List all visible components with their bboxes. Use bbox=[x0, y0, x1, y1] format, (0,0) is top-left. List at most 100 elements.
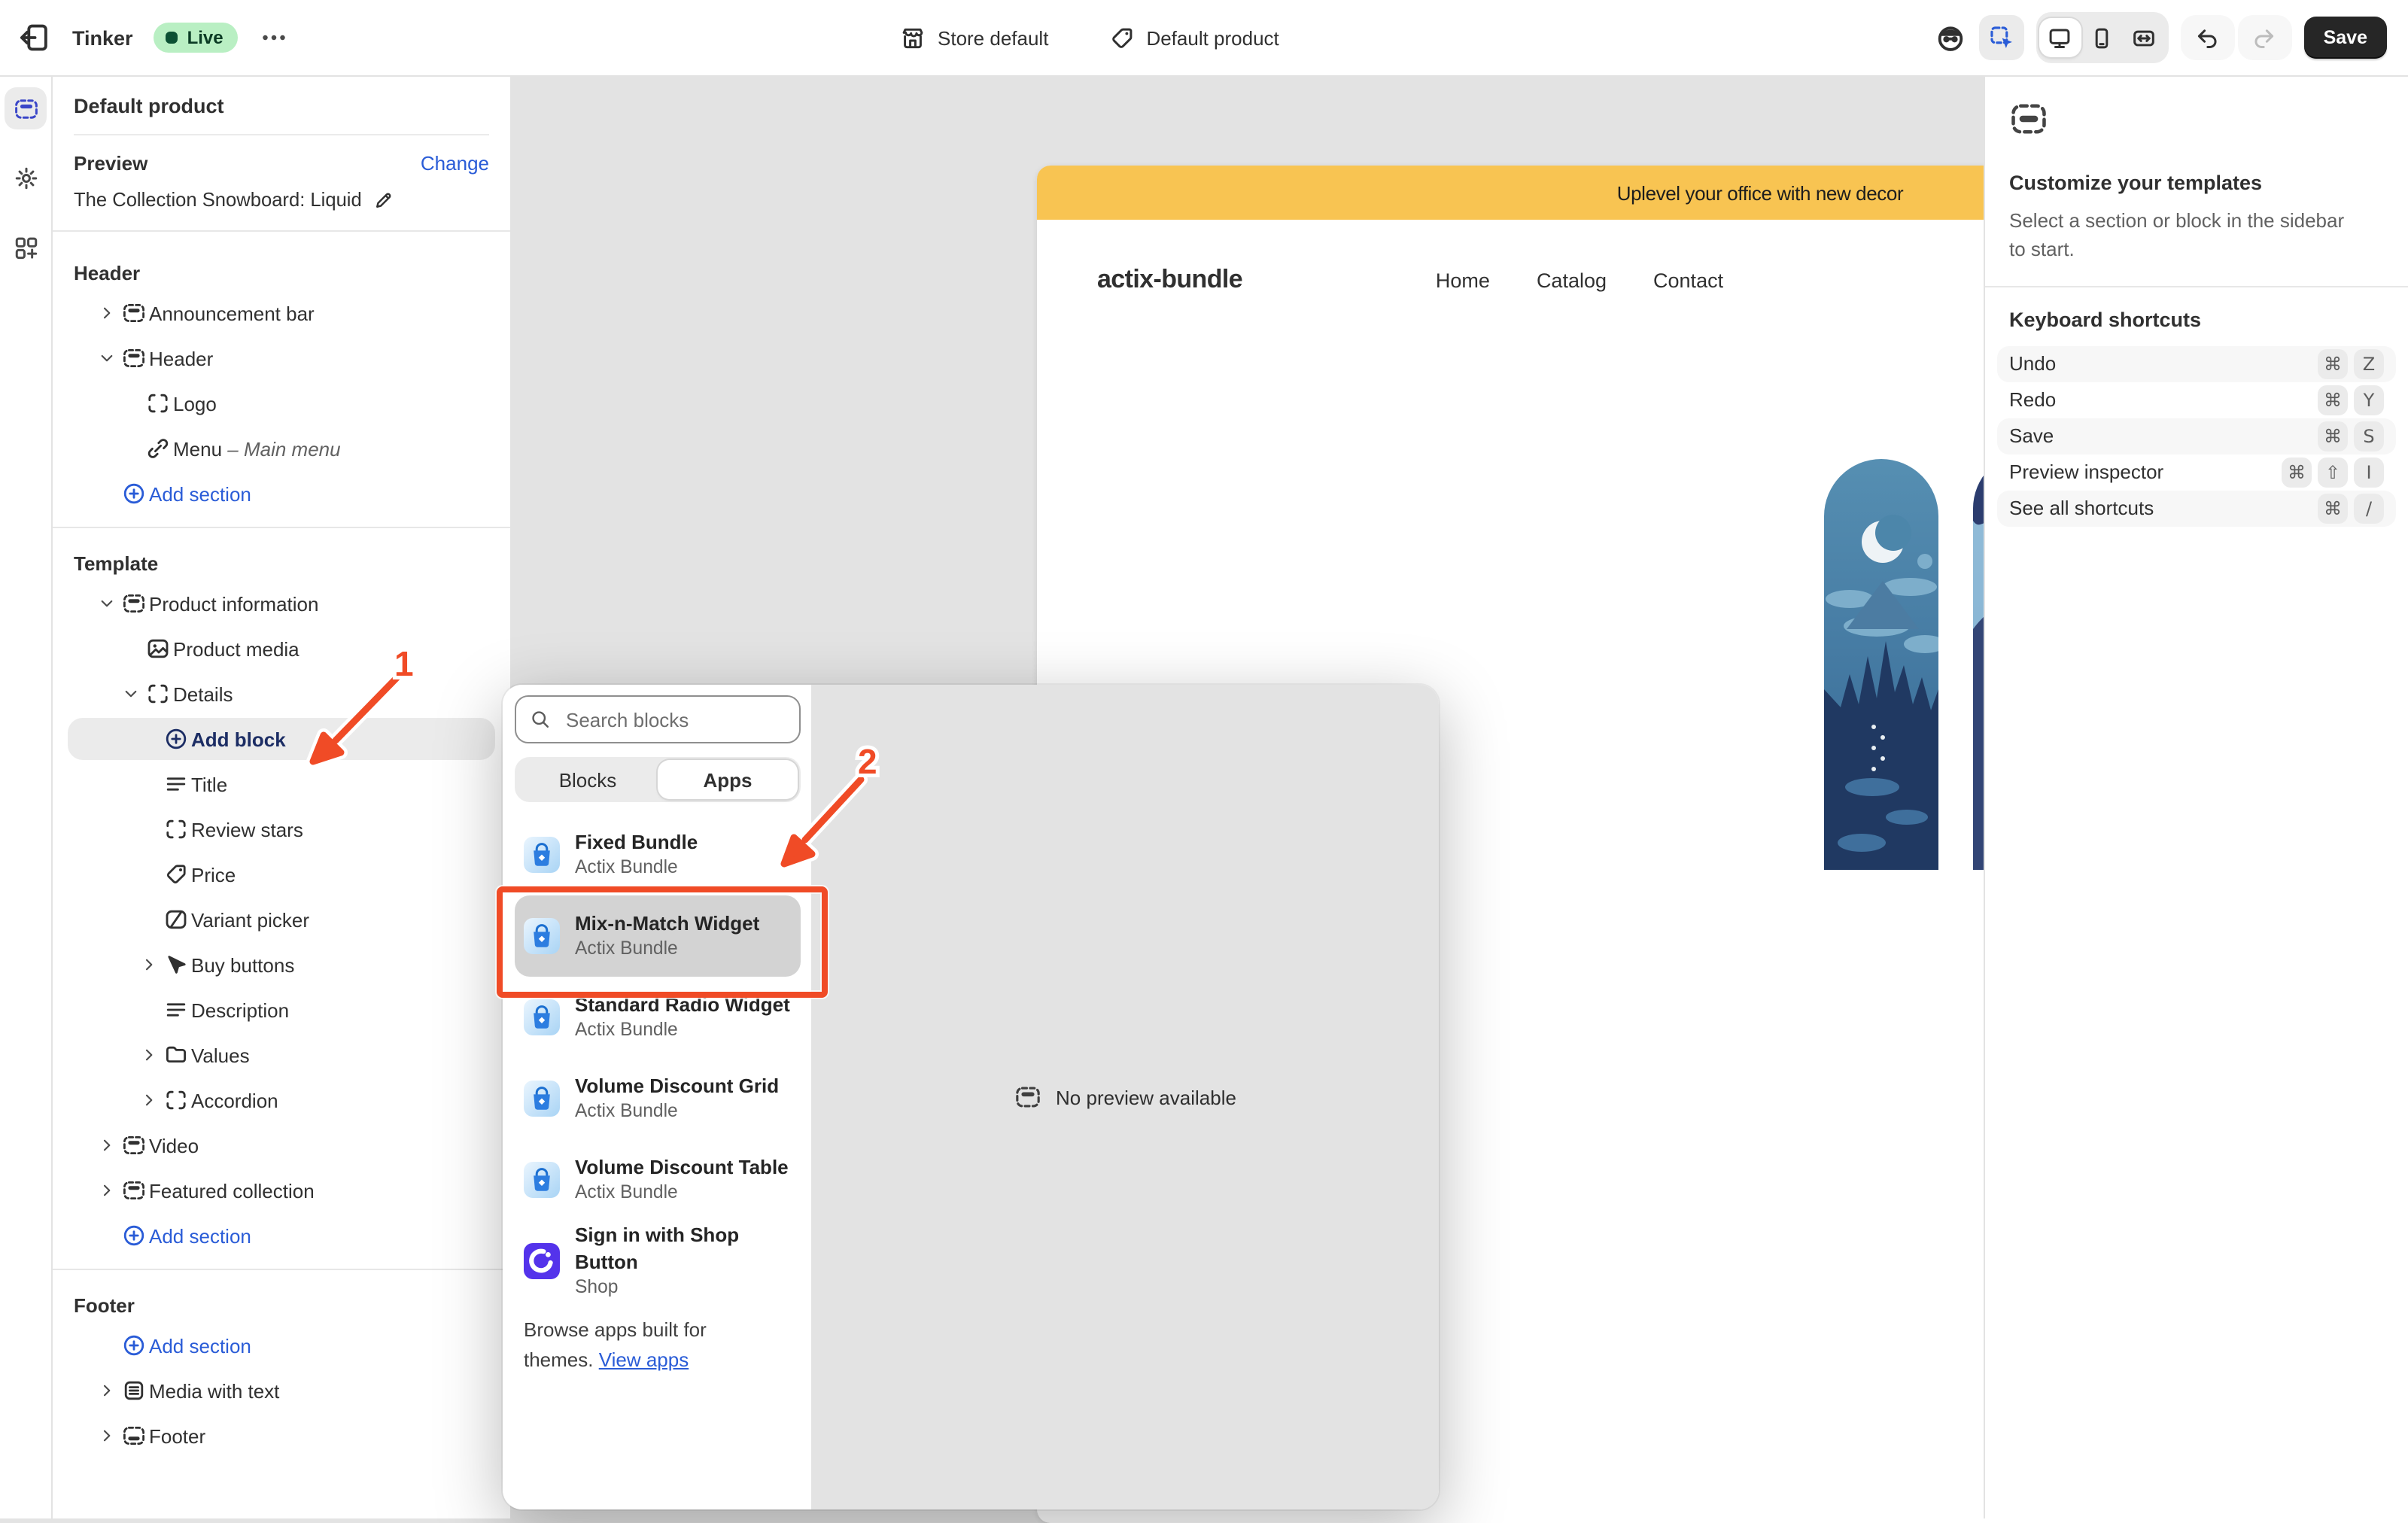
footersec-icon bbox=[122, 1424, 146, 1448]
undo-icon bbox=[2195, 25, 2221, 50]
more-menu-icon[interactable] bbox=[260, 23, 290, 53]
redo-button[interactable] bbox=[2238, 15, 2292, 60]
tree-label: Accordion bbox=[191, 1089, 278, 1111]
tree-item-menu[interactable]: Menu – Main menu bbox=[53, 426, 510, 471]
exit-editor-icon[interactable] bbox=[18, 21, 51, 54]
chevron-right-icon bbox=[98, 304, 116, 322]
text-icon bbox=[164, 772, 188, 796]
add-section-button[interactable]: Add section bbox=[53, 1323, 510, 1368]
app-block-volume-discount-grid[interactable]: Volume Discount Grid Actix Bundle bbox=[515, 1058, 801, 1139]
tree-item-header[interactable]: Header bbox=[53, 336, 510, 381]
tree-label: Product information bbox=[149, 592, 318, 615]
preview-inspector-icon[interactable] bbox=[1934, 21, 1967, 54]
tree-item-logo[interactable]: Logo bbox=[53, 381, 510, 426]
fullwidth-view-button[interactable] bbox=[2124, 18, 2166, 57]
sections-sidebar: Default product Preview Change The Colle… bbox=[53, 75, 512, 1518]
tree-item-description[interactable]: Description bbox=[53, 987, 510, 1032]
rail-settings-button[interactable] bbox=[5, 157, 47, 199]
app-block-fixed-bundle[interactable]: Fixed Bundle Actix Bundle bbox=[515, 814, 801, 895]
change-preview-link[interactable]: Change bbox=[421, 152, 489, 175]
group-heading-template: Template bbox=[53, 539, 510, 581]
tree-item-review-stars[interactable]: Review stars bbox=[53, 807, 510, 852]
undo-button[interactable] bbox=[2181, 15, 2235, 60]
live-label: Live bbox=[187, 27, 223, 48]
select-tool-button[interactable] bbox=[1979, 15, 2024, 60]
tree-label: Description bbox=[191, 999, 289, 1021]
tree-item-featured-collection[interactable]: Featured collection bbox=[53, 1168, 510, 1213]
cursor-icon bbox=[164, 953, 188, 977]
link-icon bbox=[146, 436, 170, 461]
search-blocks-input[interactable] bbox=[563, 707, 786, 732]
save-button[interactable]: Save bbox=[2304, 17, 2387, 59]
chevron-right-icon bbox=[140, 1046, 158, 1064]
template-label: Default product bbox=[1146, 26, 1278, 49]
panel-subtitle: Select a section or block in the sidebar… bbox=[2009, 208, 2358, 264]
tree-label: Menu – Main menu bbox=[173, 437, 341, 460]
store-nav-contact[interactable]: Contact bbox=[1653, 269, 1723, 291]
keycap: ⌘ bbox=[2318, 421, 2348, 451]
tag-icon bbox=[1108, 25, 1134, 50]
desktop-view-button[interactable] bbox=[2039, 18, 2081, 57]
app-block-volume-discount-table[interactable]: Volume Discount Table Actix Bundle bbox=[515, 1139, 801, 1221]
tree-item-media-with-text[interactable]: Media with text bbox=[53, 1368, 510, 1413]
add-block-button[interactable]: Add block bbox=[53, 716, 510, 762]
tree-item-product-information[interactable]: Product information bbox=[53, 581, 510, 626]
tree-label: Review stars bbox=[191, 818, 303, 841]
edit-pencil-icon[interactable] bbox=[374, 189, 395, 210]
tree-label: Values bbox=[191, 1044, 250, 1066]
shortcut-see-all-shortcuts[interactable]: See all shortcuts ⌘/ bbox=[1997, 490, 2396, 526]
doc-icon bbox=[122, 1379, 146, 1403]
store-nav-home[interactable]: Home bbox=[1436, 269, 1490, 291]
tree-item-video[interactable]: Video bbox=[53, 1123, 510, 1168]
tree-label: Add section bbox=[149, 1334, 251, 1357]
app-block-sign-in-with-shop-button[interactable]: Sign in with Shop Button Shop bbox=[515, 1221, 801, 1302]
app-vendor: Shop bbox=[575, 1275, 792, 1300]
tree-item-accordion[interactable]: Accordion bbox=[53, 1078, 510, 1123]
tree-item-details[interactable]: Details bbox=[53, 671, 510, 716]
preview-product-name: The Collection Snowboard: Liquid bbox=[74, 188, 362, 211]
chevron-right-icon bbox=[98, 1427, 116, 1445]
chevron-down-icon bbox=[122, 685, 140, 703]
sections-icon bbox=[13, 96, 38, 121]
plus-icon bbox=[122, 482, 146, 506]
app-name: Volume Discount Grid bbox=[575, 1073, 779, 1099]
rail-app-embeds-button[interactable] bbox=[5, 226, 47, 268]
mobile-icon bbox=[2090, 25, 2115, 50]
tree-item-product-media[interactable]: Product media bbox=[53, 626, 510, 671]
tree-item-buy-buttons[interactable]: Buy buttons bbox=[53, 942, 510, 987]
add-section-button[interactable]: Add section bbox=[53, 1213, 510, 1258]
shortcut-redo: Redo ⌘Y bbox=[1997, 382, 2396, 418]
add-section-button[interactable]: Add section bbox=[53, 471, 510, 516]
fullwidth-icon bbox=[2132, 25, 2157, 50]
store-logo[interactable]: actix-bundle bbox=[1097, 265, 1242, 295]
tree-label: Title bbox=[191, 773, 227, 795]
inspector-panel: Customize your templates Select a sectio… bbox=[1984, 75, 2408, 1518]
tree-item-price[interactable]: Price bbox=[53, 852, 510, 897]
tab-blocks[interactable]: Blocks bbox=[518, 760, 658, 799]
search-blocks-box[interactable] bbox=[515, 695, 801, 743]
browse-apps-text: Browse apps built for themes. View apps bbox=[524, 1315, 780, 1374]
variant-icon bbox=[164, 907, 188, 932]
tree-item-footer[interactable]: Footer bbox=[53, 1413, 510, 1458]
tree-item-announcement-bar[interactable]: Announcement bar bbox=[53, 290, 510, 336]
view-apps-link[interactable]: View apps bbox=[599, 1348, 689, 1370]
tree-item-values[interactable]: Values bbox=[53, 1032, 510, 1078]
no-preview-label: No preview available bbox=[1056, 1086, 1236, 1108]
tree-label: Add section bbox=[149, 482, 251, 505]
tree-item-variant-picker[interactable]: Variant picker bbox=[53, 897, 510, 942]
keycap: ⇧ bbox=[2318, 457, 2348, 487]
template-selector[interactable]: Default product bbox=[1108, 25, 1278, 50]
rail-sections-button[interactable] bbox=[5, 87, 47, 129]
app-name: Fixed Bundle bbox=[575, 829, 698, 856]
store-default-selector[interactable]: Store default bbox=[900, 25, 1048, 50]
image-icon bbox=[146, 637, 170, 661]
tree-item-title[interactable]: Title bbox=[53, 762, 510, 807]
sidebar-title: Default product bbox=[74, 95, 489, 117]
tab-apps[interactable]: Apps bbox=[658, 760, 798, 799]
preview-label: Preview bbox=[74, 152, 147, 175]
shopify-theme-editor: Tinker Live Store default Default produc… bbox=[0, 0, 2408, 1518]
actix-app-icon bbox=[524, 837, 560, 873]
mobile-view-button[interactable] bbox=[2081, 18, 2124, 57]
store-nav-catalog[interactable]: Catalog bbox=[1537, 269, 1607, 291]
chevron-down-icon bbox=[98, 349, 116, 367]
